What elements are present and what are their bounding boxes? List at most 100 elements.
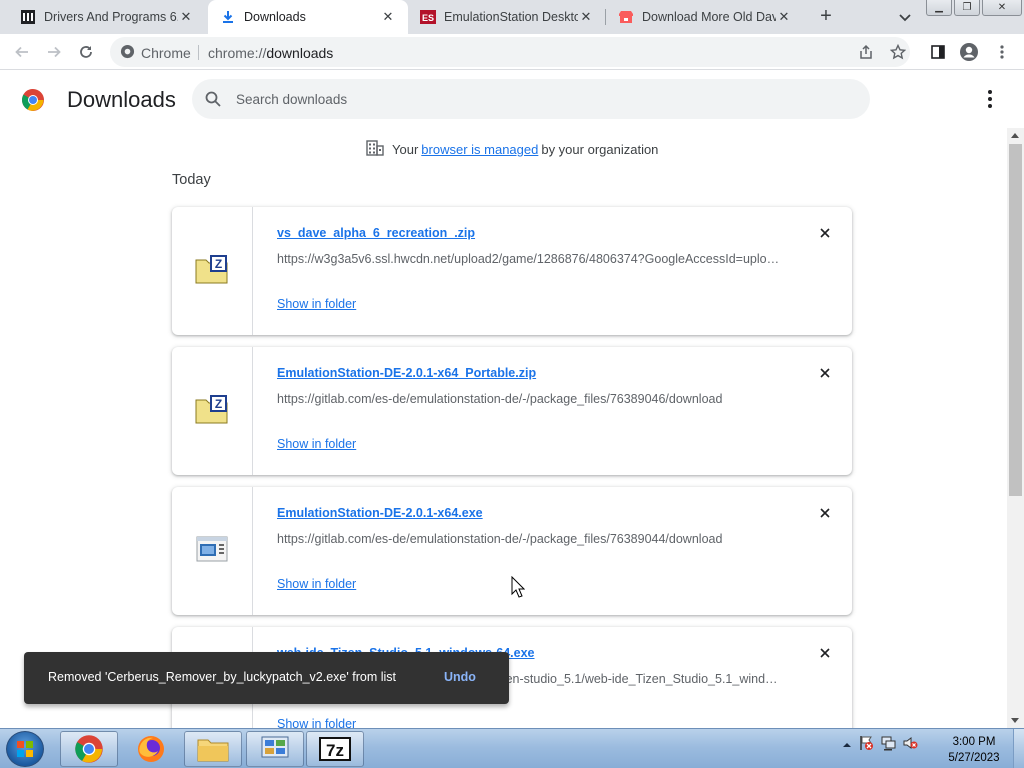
- taskbar-chrome-icon[interactable]: [60, 731, 118, 767]
- search-input[interactable]: [236, 89, 836, 109]
- tab-title: Downloads: [244, 10, 306, 24]
- page-scrollbar[interactable]: [1007, 128, 1024, 728]
- executable-icon: [196, 536, 228, 567]
- action-center-flag-icon[interactable]: [858, 735, 874, 756]
- tab-downloads[interactable]: Downloads ✕: [208, 0, 408, 34]
- search-icon: [204, 90, 222, 113]
- download-item: Z EmulationStation-DE-2.0.1-x64_Portable…: [172, 347, 852, 475]
- close-window-button[interactable]: ✕: [982, 0, 1022, 16]
- es-icon: ES: [420, 9, 436, 25]
- volume-muted-icon[interactable]: [902, 735, 918, 756]
- search-downloads-box[interactable]: [192, 79, 870, 119]
- remove-from-list-close-icon[interactable]: [817, 225, 833, 241]
- svg-text:Z: Z: [215, 397, 222, 411]
- window-controls: ▁ ❐ ✕: [924, 0, 1022, 16]
- toast-message: Removed 'Cerberus_Remover_by_luckypatch_…: [48, 670, 396, 684]
- managed-notice: Your browser is managed by your organiza…: [366, 140, 658, 159]
- section-label-today: Today: [172, 172, 211, 188]
- taskbar-file-explorer-icon[interactable]: [184, 731, 242, 767]
- omnibox-divider: [198, 45, 199, 60]
- taskbar-7zip-icon[interactable]: 7z: [306, 731, 364, 767]
- tab-emulationstation[interactable]: ES EmulationStation Desktop ✕: [408, 0, 606, 34]
- file-icon-column: Z: [172, 347, 253, 475]
- taskbar-clock[interactable]: 3:00 PM 5/27/2023: [942, 734, 1006, 766]
- download-filename-link[interactable]: vs_dave_alpha_6_recreation_.zip: [277, 226, 475, 240]
- restore-button[interactable]: ❐: [954, 0, 980, 16]
- svg-text:ES: ES: [422, 13, 434, 23]
- 7zip-archive-icon: Z: [195, 254, 229, 289]
- downloads-header: Downloads: [0, 71, 1024, 127]
- taskbar-control-panel-icon[interactable]: [246, 731, 304, 767]
- building-icon: [366, 140, 384, 159]
- mouse-cursor-icon: [511, 575, 526, 603]
- tab-old-dave[interactable]: Download More Old Dave ✕: [606, 0, 804, 34]
- show-desktop-button[interactable]: [1013, 729, 1024, 768]
- tab-drivers-and-programs[interactable]: Drivers And Programs 6.0 ✕: [8, 0, 206, 34]
- 7zip-archive-icon: Z: [195, 394, 229, 429]
- scrollbar-thumb[interactable]: [1009, 144, 1022, 496]
- show-in-folder-link[interactable]: Show in folder: [277, 577, 356, 591]
- close-icon[interactable]: ✕: [380, 9, 396, 25]
- svg-text:7z: 7z: [326, 741, 344, 760]
- show-in-folder-link[interactable]: Show in folder: [277, 297, 356, 311]
- tab-strip: Drivers And Programs 6.0 ✕ Downloads ✕ E…: [0, 0, 1024, 34]
- share-icon[interactable]: [856, 42, 876, 62]
- page-title: Downloads: [67, 87, 176, 112]
- close-icon[interactable]: ✕: [178, 9, 194, 25]
- site-info[interactable]: Chrome: [120, 44, 191, 62]
- remove-from-list-close-icon[interactable]: [817, 505, 833, 521]
- bookmark-star-icon[interactable]: [888, 42, 908, 62]
- managed-prefix: Your: [392, 142, 419, 157]
- start-button-windows-icon[interactable]: [6, 731, 44, 767]
- reload-button[interactable]: [76, 42, 96, 62]
- managed-suffix: by your organization: [541, 142, 659, 157]
- undo-button[interactable]: Undo: [444, 670, 476, 684]
- back-button[interactable]: [12, 42, 32, 62]
- close-icon[interactable]: ✕: [776, 9, 792, 25]
- museum-icon: [20, 9, 36, 25]
- tab-title: Drivers And Programs 6.0: [44, 10, 178, 24]
- itch-icon: [618, 9, 634, 25]
- windows-taskbar: 7z 3:00 PM 5/27/2023: [0, 728, 1024, 768]
- close-icon[interactable]: ✕: [578, 9, 594, 25]
- download-filename-link[interactable]: EmulationStation-DE-2.0.1-x64.exe: [277, 506, 483, 520]
- tab-title: EmulationStation Desktop: [444, 10, 578, 24]
- downloads-menu-button[interactable]: [980, 87, 1000, 111]
- browser-managed-link[interactable]: browser is managed: [421, 142, 538, 157]
- tab-title: Download More Old Dave: [642, 10, 776, 24]
- chrome-logo-icon: [21, 88, 45, 112]
- address-bar[interactable]: Chrome chrome://downloads: [110, 37, 910, 67]
- taskbar-firefox-icon[interactable]: [122, 731, 180, 767]
- show-in-folder-link[interactable]: Show in folder: [277, 437, 356, 451]
- removed-toast: Removed 'Cerberus_Remover_by_luckypatch_…: [24, 652, 509, 704]
- forward-button[interactable]: [44, 42, 64, 62]
- svg-text:Z: Z: [215, 257, 222, 271]
- download-source-url[interactable]: https://w3g3a5v6.ssl.hwcdn.net/upload2/g…: [277, 252, 782, 266]
- download-filename-link[interactable]: EmulationStation-DE-2.0.1-x64_Portable.z…: [277, 366, 536, 380]
- new-tab-button[interactable]: +: [815, 6, 837, 28]
- clock-time: 3:00 PM: [952, 736, 996, 748]
- profile-avatar-icon[interactable]: [959, 42, 979, 62]
- scroll-down-arrow-icon[interactable]: [1011, 718, 1019, 723]
- clock-date: 5/27/2023: [948, 752, 1000, 764]
- site-label: Chrome: [141, 45, 191, 61]
- url-text[interactable]: chrome://downloads: [208, 45, 333, 61]
- side-panel-icon[interactable]: [928, 42, 948, 62]
- file-icon-column: [172, 487, 253, 615]
- remove-from-list-close-icon[interactable]: [817, 365, 833, 381]
- download-item: Z vs_dave_alpha_6_recreation_.zip https:…: [172, 207, 852, 335]
- browser-toolbar: Chrome chrome://downloads: [0, 34, 1024, 70]
- remove-from-list-close-icon[interactable]: [817, 645, 833, 661]
- scroll-up-arrow-icon[interactable]: [1011, 133, 1019, 138]
- tab-search-chevron-icon[interactable]: [896, 8, 914, 26]
- download-source-url[interactable]: https://gitlab.com/es-de/emulationstatio…: [277, 392, 782, 406]
- system-tray: [842, 735, 918, 756]
- chrome-menu-icon[interactable]: [992, 42, 1012, 62]
- download-source-url[interactable]: https://gitlab.com/es-de/emulationstatio…: [277, 532, 782, 546]
- network-icon[interactable]: [880, 735, 896, 756]
- download-icon: [220, 9, 236, 25]
- chrome-site-icon: [120, 44, 135, 62]
- show-hidden-icons-arrow-icon[interactable]: [842, 737, 852, 755]
- file-icon-column: Z: [172, 207, 253, 335]
- minimize-button[interactable]: ▁: [926, 0, 952, 16]
